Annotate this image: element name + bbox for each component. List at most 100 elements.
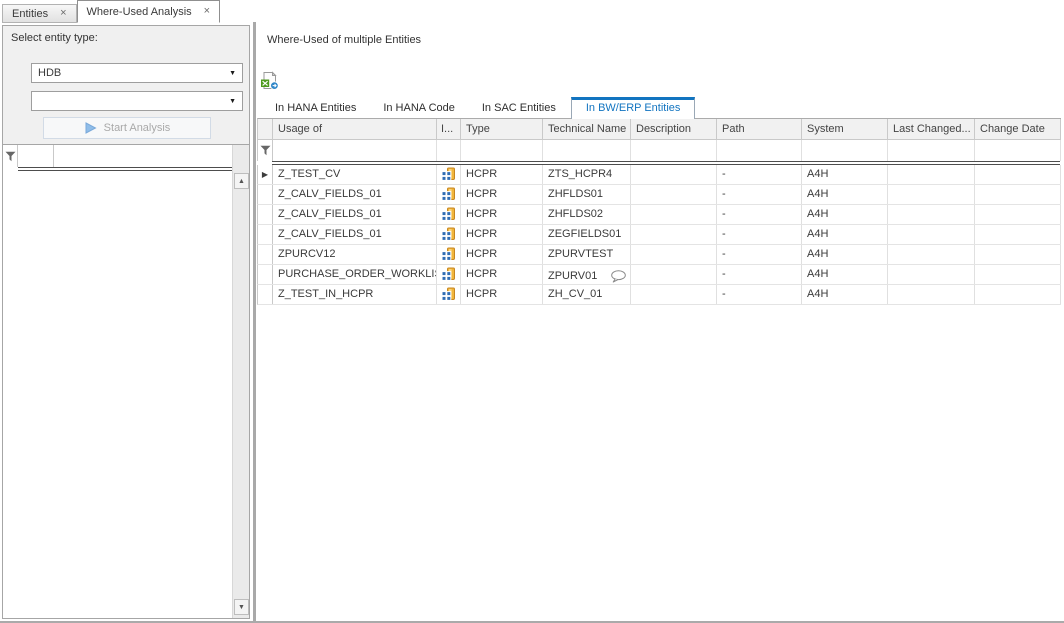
cell-system[interactable]: A4H [802,205,888,224]
cell-system[interactable]: A4H [802,285,888,304]
tab-in-bw-erp-entities[interactable]: In BW/ERP Entities [571,97,696,119]
cell-description[interactable] [631,165,717,184]
vertical-scrollbar[interactable]: ▲ ▼ [232,145,249,618]
table-row[interactable]: Z_CALV_FIELDS_01 HCPR ZHFLDS02 - A4H [257,205,1061,225]
cell-description[interactable] [631,225,717,244]
filter-last-changed[interactable] [888,140,975,161]
header-last-changed[interactable]: Last Changed... [888,119,975,139]
cell-type[interactable]: HCPR [461,285,543,304]
cell-last-changed[interactable] [888,225,975,244]
table-row[interactable]: Z_CALV_FIELDS_01 HCPR ZHFLDS01 - A4H [257,185,1061,205]
cell-technical-name[interactable]: ZH_CV_01 [543,285,631,304]
cell-system[interactable]: A4H [802,185,888,204]
tab-in-hana-code[interactable]: In HANA Code [371,99,467,118]
chevron-down-icon[interactable]: ▼ [229,98,236,105]
cell-path[interactable]: - [717,245,802,264]
cell-last-changed[interactable] [888,245,975,264]
cell-change-date[interactable] [975,165,1061,184]
cell-change-date[interactable] [975,245,1061,264]
cell-last-changed[interactable] [888,165,975,184]
cell-last-changed[interactable] [888,205,975,224]
header-icon-column[interactable]: I... [437,119,461,139]
cell-type[interactable]: HCPR [461,265,543,284]
cell-usage-of[interactable]: Z_CALV_FIELDS_01 [273,185,437,204]
table-row[interactable]: ZPURCV12 HCPR ZPURVTEST - A4H [257,245,1061,265]
filter-technical-name[interactable] [543,140,631,161]
cell-last-changed[interactable] [888,185,975,204]
tab-where-used-analysis[interactable]: Where-Used Analysis × [77,0,221,23]
cell-usage-of[interactable]: Z_TEST_IN_HCPR [273,285,437,304]
cell-technical-name[interactable]: ZPURVTEST [543,245,631,264]
chevron-down-icon[interactable]: ▼ [229,70,236,77]
cell-change-date[interactable] [975,225,1061,244]
cell-description[interactable] [631,245,717,264]
start-analysis-button[interactable]: Start Analysis [43,117,211,139]
cell-usage-of[interactable]: ZPURCV12 [273,245,437,264]
filter-type[interactable] [461,140,543,161]
cell-path[interactable]: - [717,225,802,244]
cell-type[interactable]: HCPR [461,165,543,184]
close-icon[interactable]: × [60,8,66,19]
cell-description[interactable] [631,205,717,224]
cell-path[interactable]: - [717,185,802,204]
header-system[interactable]: System [802,119,888,139]
tab-entities[interactable]: Entities × [2,4,77,23]
cell-technical-name[interactable]: ZHFLDS02 [543,205,631,224]
cell-usage-of[interactable]: Z_CALV_FIELDS_01 [273,205,437,224]
tab-in-hana-entities[interactable]: In HANA Entities [263,99,368,118]
cell-change-date[interactable] [975,265,1061,284]
filter-usage-of[interactable] [273,140,437,161]
table-row[interactable]: ▶ Z_TEST_CV HCPR ZTS_HCPR4 - A4H [257,165,1061,185]
cell-type[interactable]: HCPR [461,245,543,264]
filter-description[interactable] [631,140,717,161]
cell-change-date[interactable] [975,285,1061,304]
tab-in-sac-entities[interactable]: In SAC Entities [470,99,568,118]
cell-technical-name[interactable]: ZHFLDS01 [543,185,631,204]
filter-system[interactable] [802,140,888,161]
cell-system[interactable]: A4H [802,165,888,184]
cell-description[interactable] [631,265,717,284]
cell-system[interactable]: A4H [802,225,888,244]
cell-change-date[interactable] [975,185,1061,204]
cell-description[interactable] [631,185,717,204]
cell-description[interactable] [631,285,717,304]
table-row[interactable]: PURCHASE_ORDER_WORKLIST HCPR ZPURV01 - A… [257,265,1061,285]
table-row[interactable]: Z_CALV_FIELDS_01 HCPR ZEGFIELDS01 - A4H [257,225,1061,245]
cell-type[interactable]: HCPR [461,225,543,244]
entity-list-filter-cell-2[interactable] [54,145,232,167]
cell-last-changed[interactable] [888,265,975,284]
cell-path[interactable]: - [717,265,802,284]
scroll-up-button[interactable]: ▲ [234,173,249,189]
cell-change-date[interactable] [975,205,1061,224]
filter-funnel-icon[interactable] [260,145,271,156]
filter-funnel-icon[interactable] [5,151,16,162]
header-path[interactable]: Path [717,119,802,139]
cell-usage-of[interactable]: Z_CALV_FIELDS_01 [273,225,437,244]
filter-icon-column[interactable] [437,140,461,161]
cell-last-changed[interactable] [888,285,975,304]
entity-type-dropdown[interactable]: HDB ▼ [31,63,243,83]
cell-technical-name[interactable]: ZEGFIELDS01 [543,225,631,244]
header-technical-name[interactable]: Technical Name [543,119,631,139]
cell-technical-name[interactable]: ZPURV01 [543,265,631,284]
cell-path[interactable]: - [717,285,802,304]
entity-dropdown[interactable]: ▼ [31,91,243,111]
cell-system[interactable]: A4H [802,245,888,264]
cell-system[interactable]: A4H [802,265,888,284]
cell-type[interactable]: HCPR [461,205,543,224]
panel-splitter[interactable] [253,22,256,623]
table-row[interactable]: Z_TEST_IN_HCPR HCPR ZH_CV_01 - A4H [257,285,1061,305]
cell-technical-name[interactable]: ZTS_HCPR4 [543,165,631,184]
header-description[interactable]: Description [631,119,717,139]
scroll-down-button[interactable]: ▼ [234,599,249,615]
cell-type[interactable]: HCPR [461,185,543,204]
filter-path[interactable] [717,140,802,161]
cell-usage-of[interactable]: Z_TEST_CV [273,165,437,184]
entity-list-filter-cell-1[interactable] [18,145,54,167]
cell-usage-of[interactable]: PURCHASE_ORDER_WORKLIST [273,265,437,284]
close-icon[interactable]: × [204,6,210,17]
header-change-date[interactable]: Change Date [975,119,1061,139]
cell-path[interactable]: - [717,205,802,224]
cell-path[interactable]: - [717,165,802,184]
header-usage-of[interactable]: Usage of [273,119,437,139]
